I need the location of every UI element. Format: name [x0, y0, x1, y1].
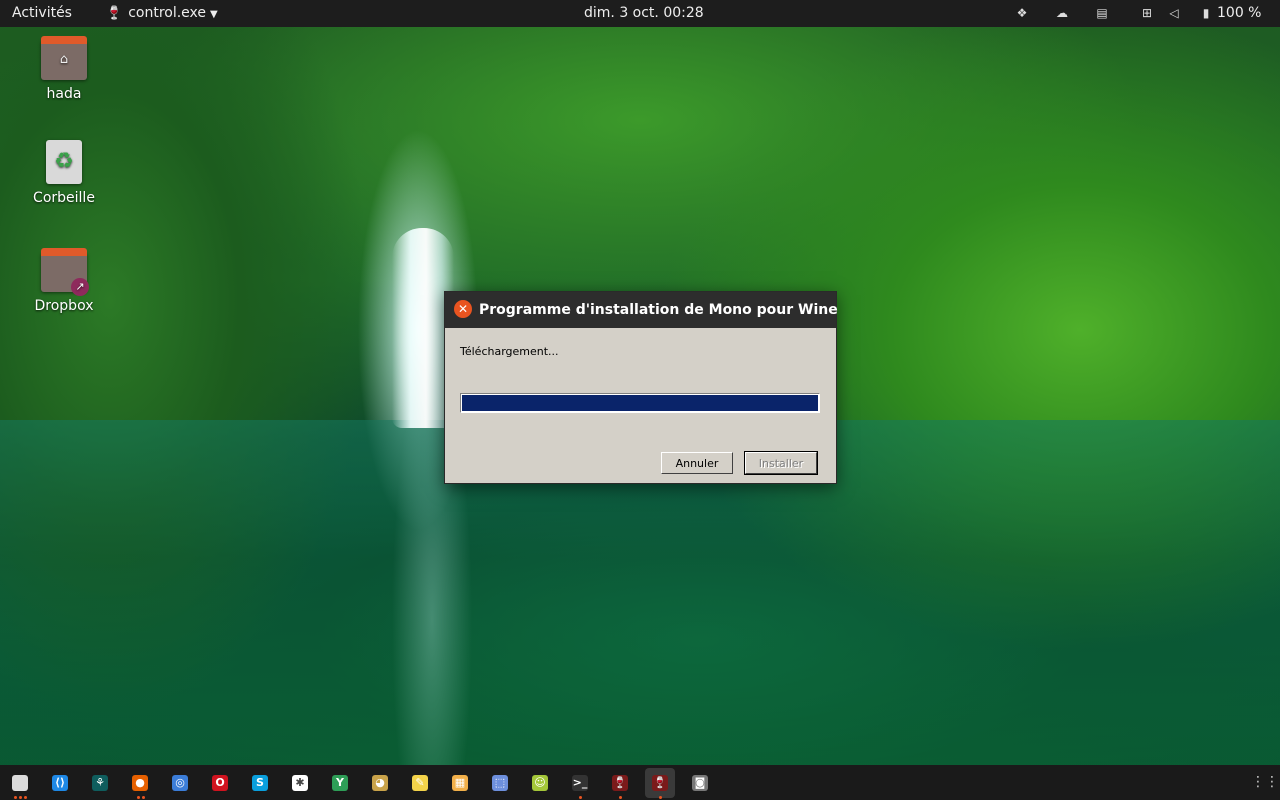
vscode-icon: ⟨⟩ [52, 775, 68, 791]
battery-percentage[interactable]: 100 % [1217, 0, 1261, 27]
wine-icon: 🍷 [612, 775, 628, 791]
firefox-icon: ● [132, 775, 148, 791]
desktop-icon-trash[interactable]: ♻ Corbeille [19, 140, 109, 206]
download-progress-bar [460, 393, 820, 413]
desktop-icon-dropbox[interactable]: ↗ Dropbox [19, 248, 109, 314]
dock-item[interactable]: S [245, 768, 275, 798]
running-indicator [659, 796, 662, 799]
yakyak-icon: Y [332, 775, 348, 791]
opera-icon: O [212, 775, 228, 791]
dropbox-icon[interactable]: ❖ [1014, 5, 1030, 21]
running-indicator [579, 796, 582, 799]
clock[interactable]: dim. 3 oct. 00:28 [584, 0, 704, 27]
dialog-titlebar[interactable]: ✕ Programme d'installation de Mono pour … [445, 292, 838, 328]
settings-icon: ◙ [692, 775, 708, 791]
dialog-title: Programme d'installation de Mono pour Wi… [479, 302, 838, 318]
app-menu[interactable]: 🍷 control.exe ▼ [106, 0, 218, 27]
running-indicator [24, 796, 27, 799]
dock-item[interactable]: ◎ [165, 768, 195, 798]
notes-icon: ✎ [412, 775, 428, 791]
clipboard-icon[interactable]: ▤ [1094, 5, 1110, 21]
cancel-button[interactable]: Annuler [661, 452, 733, 474]
gimp-icon: ◕ [372, 775, 388, 791]
trash-icon: ♻ [46, 140, 82, 184]
wine-installer-icon: 🍷 [652, 775, 668, 791]
app-menu-label: control.exe [128, 5, 207, 21]
dock-item[interactable]: ◙ [685, 768, 715, 798]
weather-icon[interactable]: ☁ [1054, 5, 1070, 21]
dock-item[interactable]: ⬚ [485, 768, 515, 798]
skype-icon: S [252, 775, 268, 791]
terminal-icon: >_ [572, 775, 588, 791]
running-indicator [136, 796, 140, 799]
chevron-down-icon: ▼ [210, 9, 218, 20]
volume-icon[interactable]: ◁ [1166, 5, 1182, 21]
dock-item[interactable] [5, 768, 35, 799]
dock-item[interactable]: >_ [565, 768, 595, 799]
dock-item[interactable]: ▦ [445, 768, 475, 798]
dropbox-folder-icon: ↗ [41, 248, 89, 296]
dock-item[interactable]: O [205, 768, 235, 798]
close-icon[interactable]: ✕ [454, 300, 472, 318]
dock-item[interactable]: Y [325, 768, 355, 798]
desktop-icon-label: hada [46, 86, 82, 102]
dock-item[interactable]: ✎ [405, 768, 435, 798]
running-indicator [619, 796, 622, 799]
slack-icon: ✱ [292, 775, 308, 791]
dock-item[interactable]: 🍷 [605, 768, 635, 799]
running-indicator [14, 796, 17, 799]
show-applications-icon[interactable]: ⋮⋮⋮ [1251, 773, 1280, 791]
mono-installer-dialog: ✕ Programme d'installation de Mono pour … [444, 291, 838, 484]
dock-item[interactable]: ⟨⟩ [45, 768, 75, 798]
install-button[interactable]: Installer [744, 451, 818, 475]
dock: ⟨⟩ ⚘ ● ◎ O S ✱ Y ◕ ✎ ▦ ⬚ ☺ >_ 🍷 🍷 ◙ ⋮⋮⋮ [0, 765, 1280, 800]
gitkraken-icon: ⚘ [92, 775, 108, 791]
desktop-icon-label: Dropbox [34, 298, 94, 314]
screenshot-icon: ⬚ [492, 775, 508, 791]
dock-item[interactable]: ◕ [365, 768, 395, 798]
dock-item[interactable]: ● [125, 768, 155, 799]
calculator-icon: ▦ [452, 775, 468, 791]
wine-icon: 🍷 [106, 6, 123, 21]
top-bar: Activités 🍷 control.exe ▼ dim. 3 oct. 00:2… [0, 0, 1280, 27]
android-icon: ☺ [532, 775, 548, 791]
dock-item[interactable]: ✱ [285, 768, 315, 798]
running-indicator [19, 796, 22, 799]
desktop-icon-label: Corbeille [33, 190, 95, 206]
network-icon[interactable]: ⊞ [1139, 5, 1155, 21]
running-indicator [141, 796, 145, 799]
desktop-icon-home[interactable]: ⌂ hada [19, 36, 109, 102]
chromium-icon: ◎ [172, 775, 188, 791]
progress-fill [462, 395, 818, 411]
dock-item[interactable]: ☺ [525, 768, 555, 798]
download-status: Téléchargement... [460, 345, 559, 358]
files-icon [12, 775, 28, 791]
home-folder-icon: ⌂ [41, 36, 87, 80]
dock-item[interactable]: 🍷 [645, 768, 675, 799]
dock-item[interactable]: ⚘ [85, 768, 115, 798]
activities-button[interactable]: Activités [12, 0, 72, 27]
battery-icon[interactable]: ▮ [1198, 5, 1214, 21]
